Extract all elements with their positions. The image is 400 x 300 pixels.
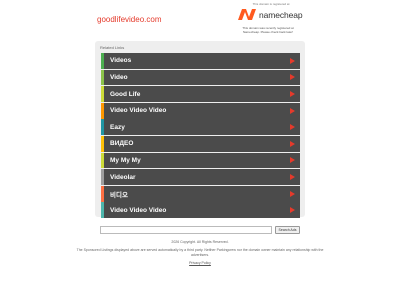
search-input[interactable] [100,226,272,234]
related-link-item[interactable]: Videos [101,53,300,69]
related-link-label: Videolar [110,173,136,181]
related-link-item[interactable]: Video Video Video [101,202,300,219]
related-link-label: 비디오 [110,191,128,199]
related-link-label: ВИДЕО [110,140,134,148]
namecheap-logo[interactable]: namecheap [237,8,303,21]
related-link-label: Eazy [110,123,125,131]
related-link-label: Videos [110,57,132,65]
related-link-label: Video Video Video [110,107,167,115]
arrow-right-icon [290,74,295,81]
registrar-subtext: This domain was recently registered at N… [242,26,294,34]
namecheap-logo-icon [238,9,256,20]
related-link-item[interactable]: Videolar [101,169,300,185]
disclaimer-text: The Sponsored Listings displayed above a… [76,248,324,257]
related-links-list: Videos Video Good Life Video Video Video Eaz… [101,53,300,219]
search-ads-button[interactable]: Search Ads [275,226,300,234]
arrow-right-icon [290,91,295,98]
arrow-right-icon [290,174,295,181]
related-links-panel: Related Links Videos Video Good Life Video … [95,41,305,219]
related-link-item[interactable]: Video Video Video [101,102,300,119]
namecheap-wordmark: namecheap [259,9,303,20]
copyright-text: 2026 Copyright. All Rights Reserved. [171,240,229,244]
related-links-title: Related Links [100,45,125,50]
arrow-right-icon [290,57,295,64]
related-link-item[interactable]: 비디오 [101,185,300,202]
arrow-right-icon [290,107,295,114]
related-link-item[interactable]: Good Life [101,86,300,102]
related-link-label: My My My [110,156,141,164]
arrow-right-icon [290,207,295,214]
arrow-right-icon [290,190,295,197]
registrar-notice: This domain is registered at [252,2,290,6]
related-link-label: Video [110,73,128,81]
related-link-label: Good Life [110,90,141,98]
arrow-right-icon [290,157,295,164]
arrow-right-icon [290,124,295,131]
parked-domain-page: goodlifevideo.com This domain is registe… [0,0,400,300]
privacy-policy-link[interactable]: Privacy Policy [0,261,400,265]
related-link-item[interactable]: My My My [101,152,300,169]
related-link-item[interactable]: ВИДЕО [101,135,300,152]
related-link-label: Video Video Video [110,206,167,214]
related-link-item[interactable]: Eazy [101,119,300,136]
domain-title[interactable]: goodlifevideo.com [97,15,161,24]
arrow-right-icon [290,140,295,147]
search-form: Search Ads [100,226,300,234]
related-link-item[interactable]: Video [101,69,300,86]
